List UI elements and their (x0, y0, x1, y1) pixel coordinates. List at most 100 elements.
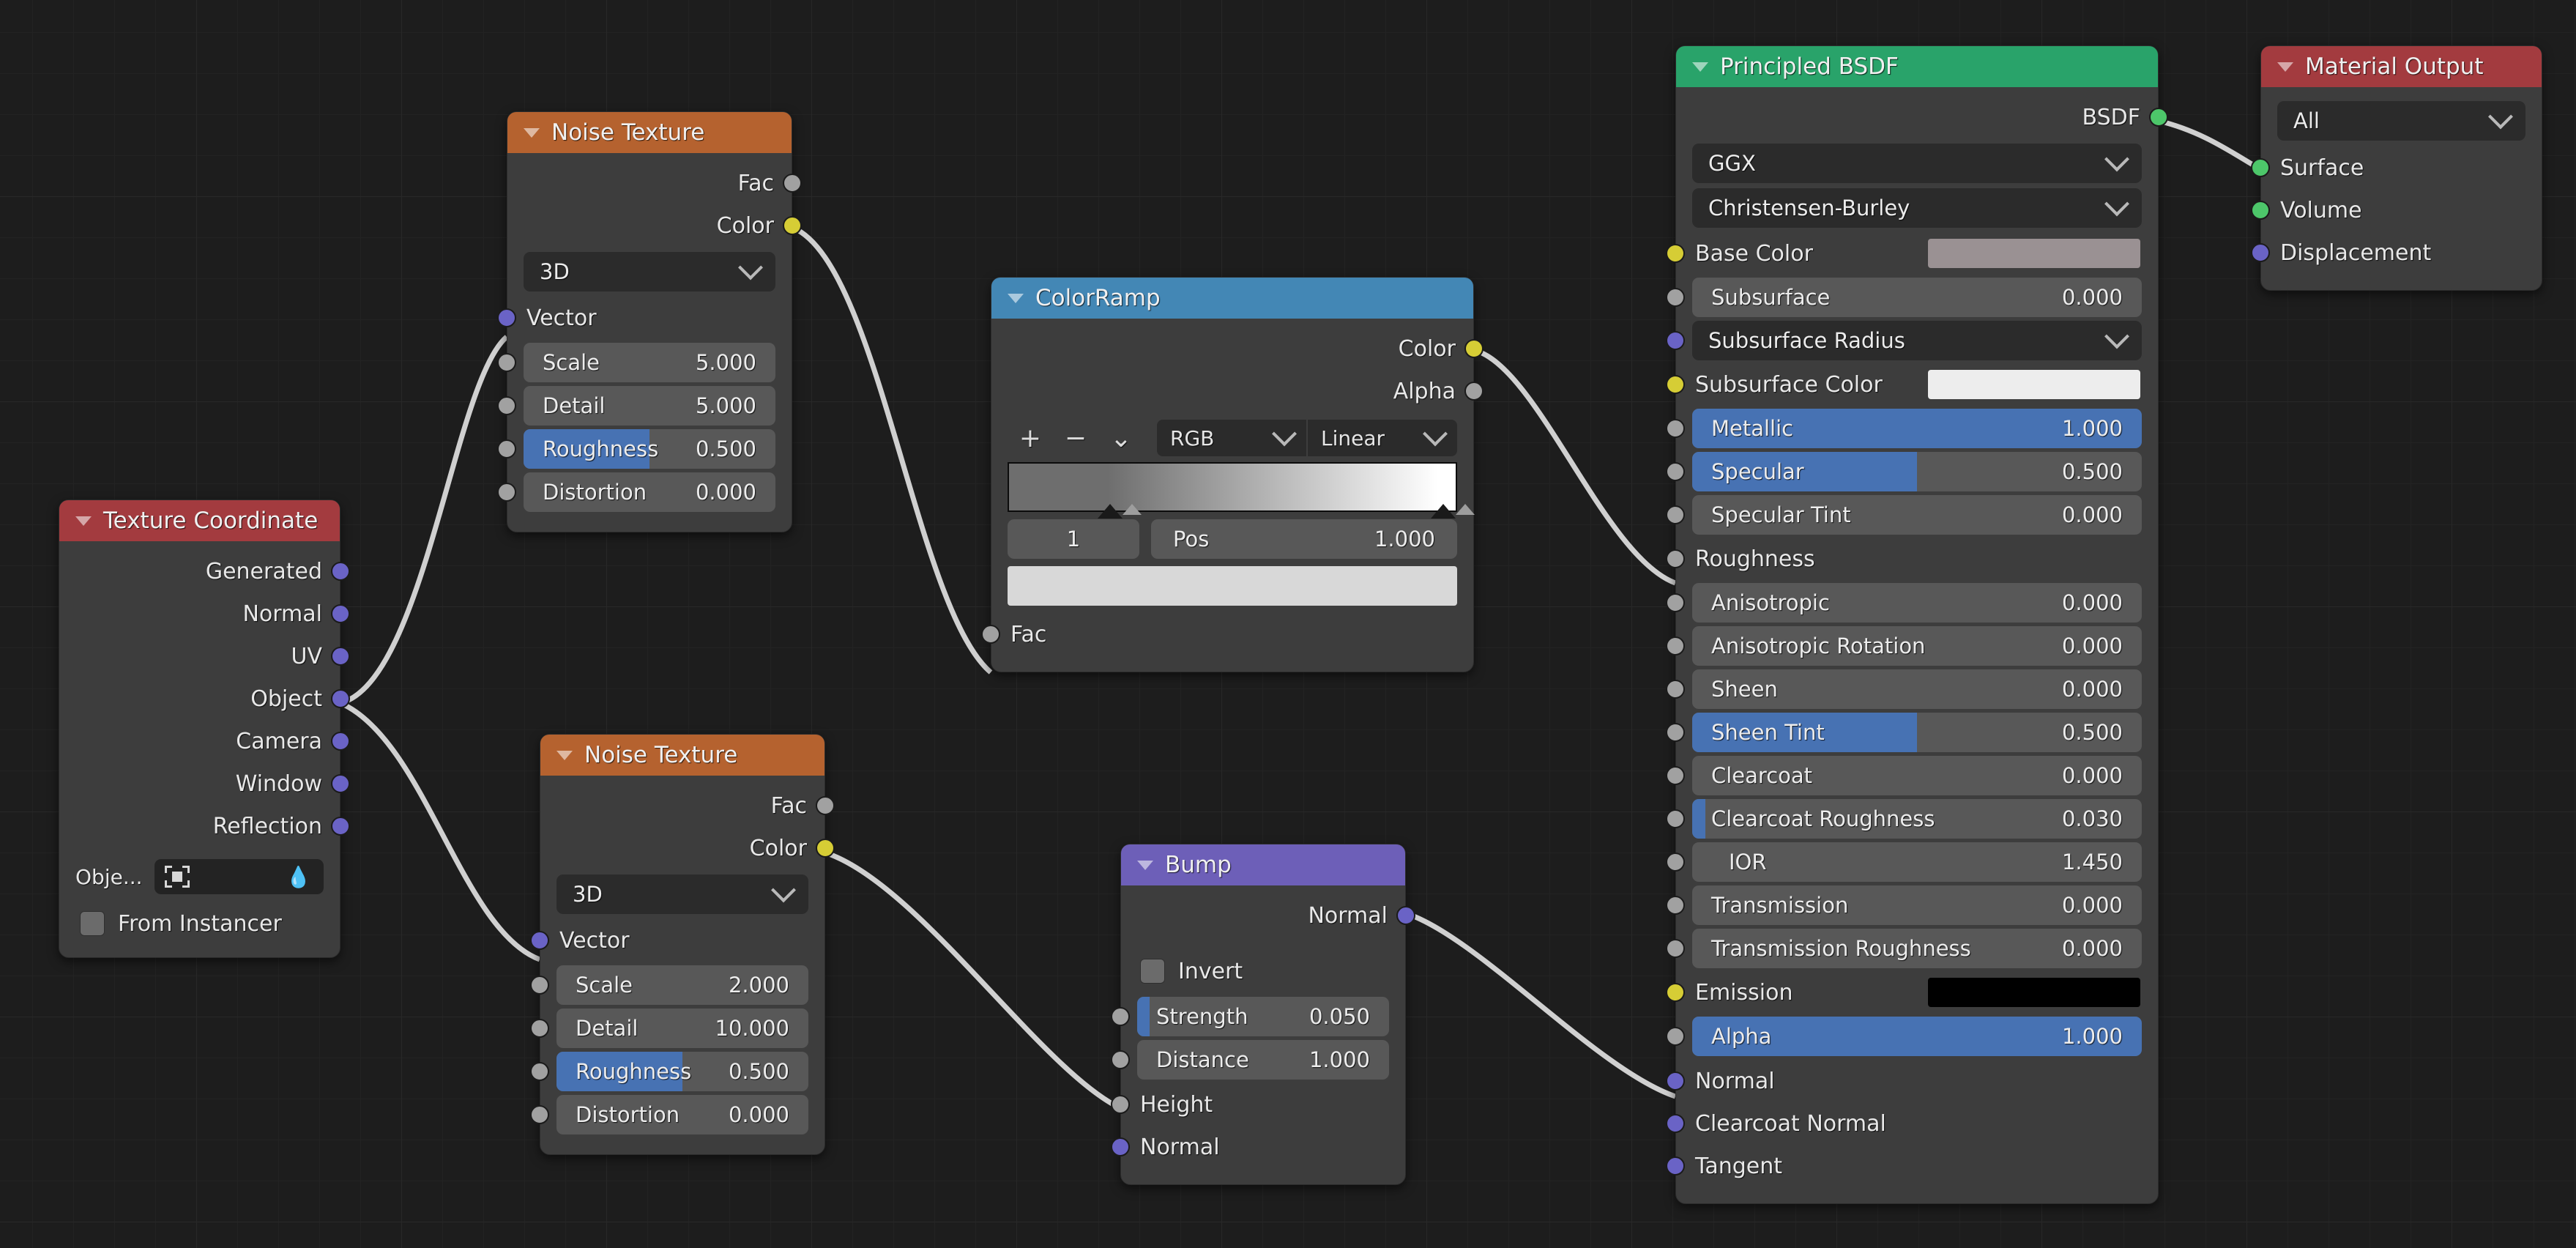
socket-row-clearcoat-normal[interactable]: Clearcoat Normal (1666, 1102, 2158, 1145)
socket-row-fac[interactable]: Fac (981, 613, 1473, 655)
base-color-swatch[interactable] (1928, 239, 2140, 268)
input-socket-clearcoat-roughness[interactable] (1666, 809, 1685, 828)
collapse-triangle-icon[interactable] (2277, 62, 2293, 72)
ramp-stop-0[interactable] (1097, 490, 1142, 519)
property-metallic[interactable]: Metallic 1.000 (1666, 409, 2142, 448)
property-roughness[interactable]: Roughness 0.500 (530, 1052, 808, 1091)
input-socket-metallic[interactable] (1666, 419, 1685, 438)
input-socket-scale[interactable] (497, 353, 516, 372)
ramp-stop-1[interactable] (1431, 490, 1475, 519)
socket-row-color[interactable]: Color (991, 327, 1484, 370)
output-socket-reflection[interactable] (331, 817, 350, 836)
subsurface-method-dropdown[interactable]: Christensen-Burley (1692, 188, 2142, 228)
collapse-triangle-icon[interactable] (75, 516, 92, 526)
property-scale[interactable]: Scale 2.000 (530, 965, 808, 1005)
stop-color-swatch[interactable] (1008, 566, 1457, 606)
color-ramp-toolbar[interactable]: + − ⌄ RGB Linear (1008, 420, 1457, 456)
node-noise-texture-1[interactable]: Noise Texture Fac Color 3D Vector Scale … (497, 111, 802, 532)
socket-row-color[interactable]: Color (507, 204, 802, 247)
property-emission[interactable]: Emission (1666, 972, 2158, 1013)
output-socket-generated[interactable] (331, 562, 350, 581)
input-socket-clearcoat[interactable] (1666, 766, 1685, 785)
node-header-texture-coordinate[interactable]: Texture Coordinate (59, 500, 340, 541)
input-socket-normal[interactable] (1666, 1071, 1685, 1091)
property-roughness[interactable]: Roughness (1666, 538, 2158, 579)
output-socket-bsdf[interactable] (2149, 108, 2168, 127)
output-socket-normal[interactable] (331, 604, 350, 623)
input-socket-subsurface-color[interactable] (1666, 375, 1685, 394)
output-socket-fac[interactable] (816, 796, 835, 815)
property-strength[interactable]: Strength 0.050 (1111, 997, 1389, 1036)
node-header-noise-texture-1[interactable]: Noise Texture (507, 112, 792, 153)
input-socket-sheen-tint[interactable] (1666, 723, 1685, 742)
socket-row-normal[interactable]: Normal (59, 593, 350, 635)
socket-row-volume[interactable]: Volume (2251, 189, 2542, 231)
node-header-principled-bsdf[interactable]: Principled BSDF (1676, 46, 2158, 87)
from-instancer-checkbox[interactable] (80, 911, 105, 936)
input-socket-transmission-roughness[interactable] (1666, 939, 1685, 958)
input-socket-anisotropic[interactable] (1666, 593, 1685, 612)
property-anisotropic[interactable]: Anisotropic 0.000 (1666, 583, 2142, 623)
input-socket-normal[interactable] (1111, 1137, 1130, 1156)
object-picker-field[interactable]: 💧 (154, 859, 324, 894)
property-sheen-tint[interactable]: Sheen Tint 0.500 (1666, 713, 2142, 752)
property-transmission-roughness[interactable]: Transmission Roughness 0.000 (1666, 929, 2142, 968)
node-texture-coordinate[interactable]: Texture Coordinate Generated Normal UV O… (59, 499, 350, 958)
property-detail[interactable]: Detail 10.000 (530, 1009, 808, 1048)
input-socket-subsurface[interactable] (1666, 288, 1685, 307)
socket-row-vector[interactable]: Vector (530, 919, 824, 962)
node-principled-bsdf[interactable]: Principled BSDF BSDF GGX Christensen-Bur… (1666, 45, 2168, 1204)
input-socket-transmission[interactable] (1666, 896, 1685, 915)
stop-index-field[interactable]: 1 (1008, 519, 1139, 559)
input-socket-specular[interactable] (1666, 462, 1685, 481)
socket-row-camera[interactable]: Camera (59, 720, 350, 762)
collapse-triangle-icon[interactable] (1692, 62, 1708, 72)
ramp-menu-button[interactable]: ⌄ (1098, 420, 1144, 456)
eyedropper-icon[interactable]: 💧 (286, 865, 313, 889)
socket-row-uv[interactable]: UV (59, 635, 350, 677)
property-specular[interactable]: Specular 0.500 (1666, 452, 2142, 491)
socket-row-surface[interactable]: Surface (2251, 146, 2542, 189)
socket-row-window[interactable]: Window (59, 762, 350, 805)
node-header-noise-texture-2[interactable]: Noise Texture (540, 735, 824, 776)
input-socket-vector[interactable] (530, 931, 549, 950)
node-header-color-ramp[interactable]: ColorRamp (991, 278, 1473, 319)
socket-row-generated[interactable]: Generated (59, 550, 350, 593)
property-ior[interactable]: IOR 1.450 (1666, 842, 2142, 882)
output-socket-alpha[interactable] (1464, 382, 1484, 401)
socket-row-object[interactable]: Object (59, 677, 350, 720)
interpolation-dropdown[interactable]: Linear (1306, 420, 1457, 456)
socket-row-vector[interactable]: Vector (497, 297, 792, 339)
property-detail[interactable]: Detail 5.000 (497, 386, 775, 426)
input-socket-roughness[interactable] (497, 439, 516, 458)
input-socket-vector[interactable] (497, 308, 516, 327)
input-socket-distortion[interactable] (497, 483, 516, 502)
input-socket-volume[interactable] (2251, 201, 2270, 220)
property-subsurface[interactable]: Subsurface 0.000 (1666, 278, 2142, 317)
socket-row-alpha[interactable]: Alpha (991, 370, 1484, 412)
property-clearcoat[interactable]: Clearcoat 0.000 (1666, 756, 2142, 795)
property-specular-tint[interactable]: Specular Tint 0.000 (1666, 495, 2142, 535)
color-mode-dropdown[interactable]: RGB (1157, 420, 1306, 456)
input-socket-roughness[interactable] (530, 1062, 549, 1081)
socket-row-tangent[interactable]: Tangent (1666, 1145, 2158, 1187)
subsurface-radius-dropdown[interactable]: Subsurface Radius (1666, 321, 2142, 360)
input-socket-displacement[interactable] (2251, 243, 2270, 262)
collapse-triangle-icon[interactable] (524, 127, 540, 138)
invert-checkbox[interactable] (1140, 959, 1165, 984)
input-socket-strength[interactable] (1111, 1007, 1130, 1026)
socket-row-fac[interactable]: Fac (540, 784, 835, 827)
collapse-triangle-icon[interactable] (1137, 860, 1153, 870)
output-socket-normal[interactable] (1396, 906, 1415, 925)
collapse-triangle-icon[interactable] (556, 750, 573, 760)
socket-row-normal-out[interactable]: Normal (1121, 894, 1415, 937)
output-socket-color[interactable] (783, 216, 802, 235)
input-socket-clearcoat-normal[interactable] (1666, 1114, 1685, 1133)
property-distance[interactable]: Distance 1.000 (1111, 1040, 1389, 1080)
remove-stop-button[interactable]: − (1053, 420, 1098, 456)
property-scale[interactable]: Scale 5.000 (497, 343, 775, 382)
property-roughness[interactable]: Roughness 0.500 (497, 429, 775, 469)
property-anisotropic-rotation[interactable]: Anisotropic Rotation 0.000 (1666, 626, 2142, 666)
input-socket-subsurface-radius[interactable] (1666, 331, 1685, 350)
color-ramp-position-row[interactable]: 1 Pos 1.000 (1008, 519, 1457, 559)
